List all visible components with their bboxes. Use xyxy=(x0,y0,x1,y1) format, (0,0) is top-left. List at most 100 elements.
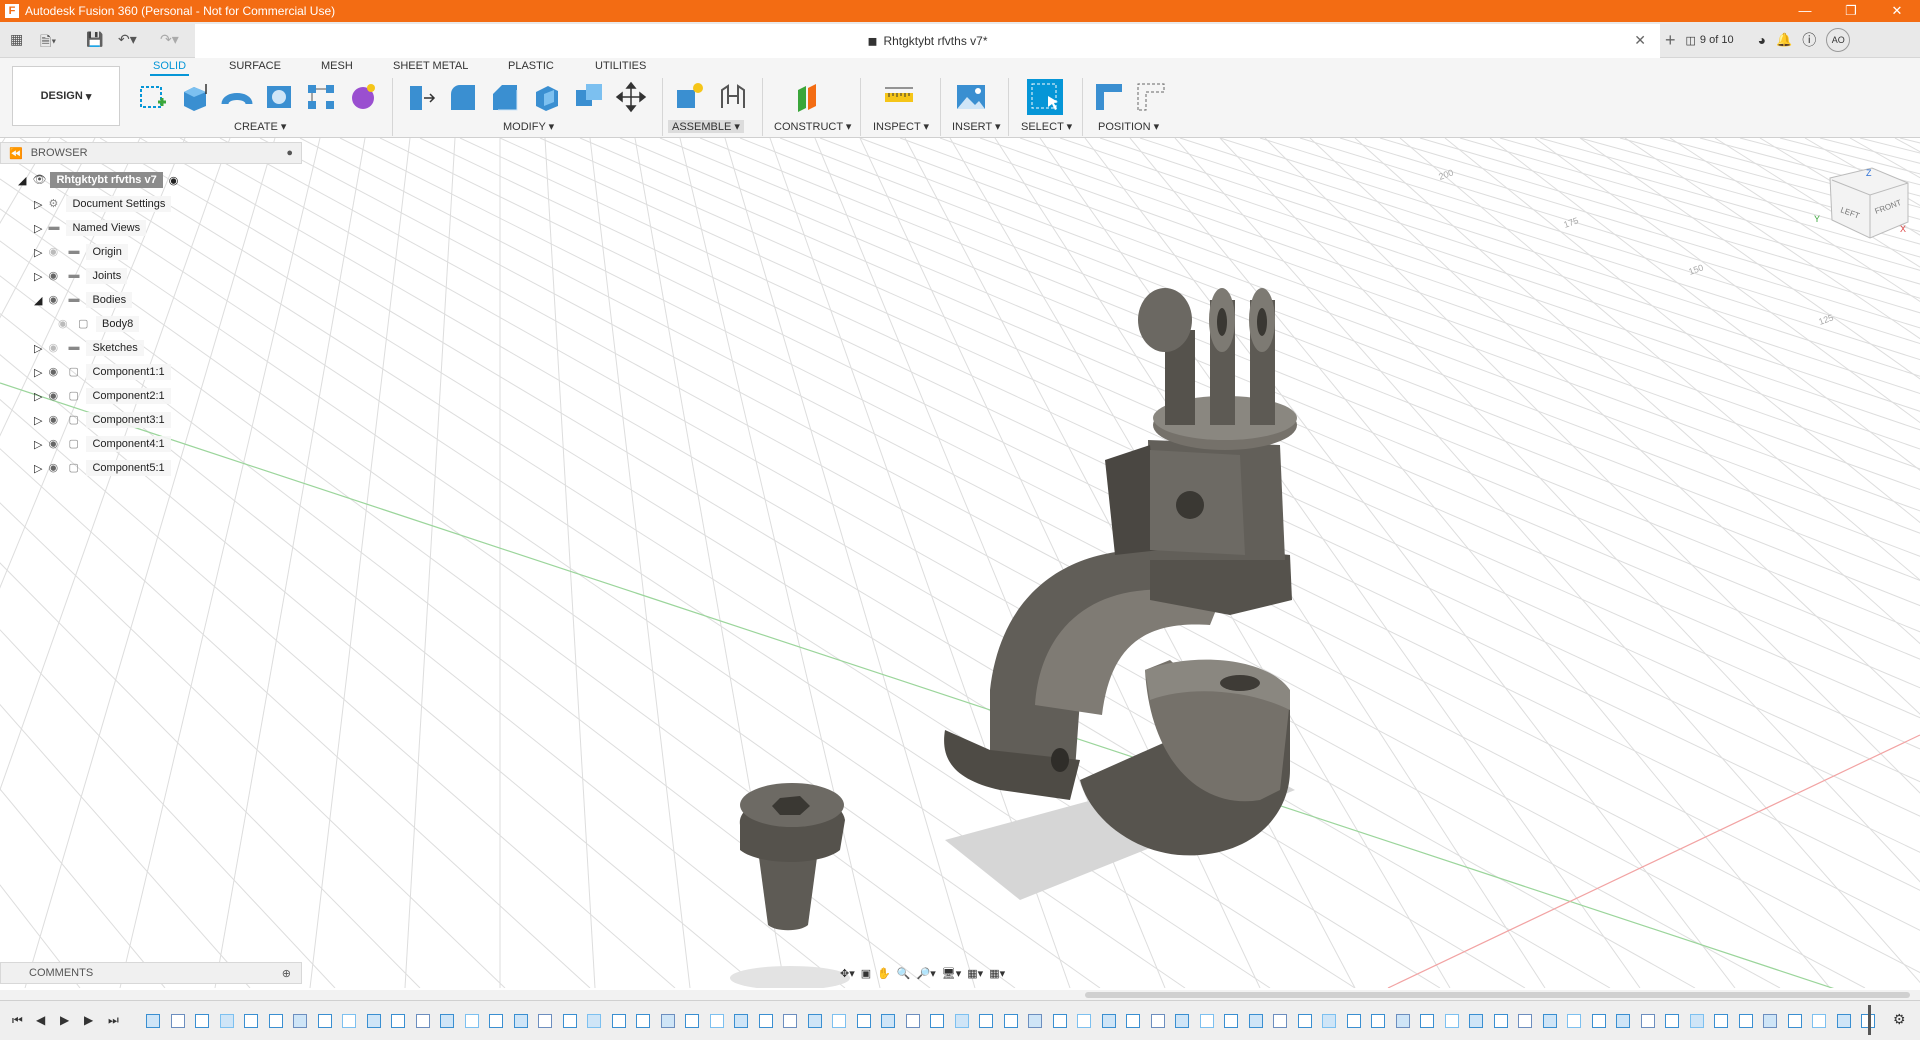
view-cube[interactable]: LEFT FRONT Z Y X xyxy=(1814,167,1909,239)
timeline-settings-icon[interactable]: ⚙ xyxy=(1893,1011,1906,1028)
eye-hidden-icon[interactable]: ◉ xyxy=(48,341,62,355)
timeline-feature-icon[interactable] xyxy=(244,1014,258,1028)
undo-icon[interactable]: ↶▾ xyxy=(118,31,137,48)
timeline-feature-icon[interactable] xyxy=(1689,1014,1704,1028)
timeline-feature-icon[interactable] xyxy=(317,1014,332,1028)
workspace-switcher[interactable]: DESIGN ▾ xyxy=(12,66,120,126)
browser-item[interactable]: ▷ ◉ ▬ Origin xyxy=(34,241,128,263)
timeline-feature-icon[interactable] xyxy=(1591,1014,1606,1028)
timeline-feature-icon[interactable] xyxy=(1371,1014,1385,1028)
timeline-feature-icon[interactable] xyxy=(1714,1014,1728,1028)
new-tab-icon[interactable]: + xyxy=(1665,30,1676,51)
timeline-feature-icon[interactable] xyxy=(1003,1014,1018,1028)
grid-settings-icon[interactable]: ▦▾ xyxy=(967,967,983,980)
thumb-knob[interactable] xyxy=(739,783,845,931)
expand-arrow-icon[interactable]: ▷ xyxy=(34,270,42,283)
orbit-icon[interactable]: ✥▾ xyxy=(840,967,855,980)
timeline-feature-icon[interactable] xyxy=(1665,1014,1679,1028)
modify-menu[interactable]: MODIFY ▾ xyxy=(503,120,554,133)
close-icon[interactable]: ✕ xyxy=(1874,3,1920,19)
timeline-feature-icon[interactable] xyxy=(1812,1014,1826,1028)
create-sketch-icon[interactable] xyxy=(136,80,170,114)
timeline-feature-icon[interactable] xyxy=(1297,1014,1312,1028)
insert-image-icon[interactable] xyxy=(954,80,988,114)
measure-icon[interactable] xyxy=(882,80,916,114)
expand-arrow-icon[interactable]: ▷ xyxy=(34,198,42,211)
capture-position-icon[interactable] xyxy=(1092,80,1126,114)
revolve-icon[interactable] xyxy=(220,80,254,114)
timeline-feature-icon[interactable] xyxy=(1028,1014,1042,1028)
browser-item[interactable]: ◢ ◉ ▬ Bodies xyxy=(34,289,133,311)
select-menu[interactable]: SELECT ▾ xyxy=(1021,120,1072,133)
combine-icon[interactable] xyxy=(572,80,606,114)
new-component-icon[interactable] xyxy=(672,80,706,114)
select-icon[interactable] xyxy=(1026,78,1064,116)
browser-item[interactable]: ▷ ◉ ▢ Component4:1 xyxy=(34,433,171,455)
fit-icon[interactable]: 🔎▾ xyxy=(917,967,936,980)
timeline-feature-icon[interactable] xyxy=(146,1014,160,1028)
notifications-icon[interactable]: 🔔 xyxy=(1776,32,1792,48)
tab-surface[interactable]: SURFACE xyxy=(226,60,284,74)
save-icon[interactable]: 💾 xyxy=(86,31,103,48)
offset-plane-icon[interactable] xyxy=(792,80,826,114)
browser-item[interactable]: ◉ ▢ Body8 xyxy=(52,313,140,335)
viewports-icon[interactable]: ▦▾ xyxy=(989,967,1005,980)
position-menu[interactable]: POSITION ▾ xyxy=(1098,120,1159,133)
browser-item[interactable]: ▷ ◉ ▢ Component1:1 xyxy=(34,361,171,383)
timeline-feature-icon[interactable] xyxy=(954,1014,969,1028)
timeline-feature-icon[interactable] xyxy=(1077,1014,1091,1028)
timeline-feature-icon[interactable] xyxy=(709,1014,724,1028)
timeline-feature-icon[interactable] xyxy=(170,1014,185,1028)
timeline-feature-icon[interactable] xyxy=(562,1014,577,1028)
browser-item[interactable]: ▷ ◉ ▢ Component2:1 xyxy=(34,385,171,407)
timeline-feature-icon[interactable] xyxy=(1395,1014,1410,1028)
expand-arrow-icon[interactable]: ◢ xyxy=(18,174,26,187)
display-settings-icon[interactable]: 🖥▾ xyxy=(942,967,962,980)
expand-arrow-icon[interactable]: ▷ xyxy=(34,366,42,379)
timeline-feature-icon[interactable] xyxy=(1322,1014,1336,1028)
browser-root[interactable]: ◢ 👁 Rhtgktybt rfvths v7 ◉ xyxy=(18,169,178,191)
timeline-feature-icon[interactable] xyxy=(342,1014,356,1028)
timeline-feature-icon[interactable] xyxy=(1101,1014,1116,1028)
timeline-feature-icon[interactable] xyxy=(832,1014,846,1028)
timeline-feature-icon[interactable] xyxy=(1444,1014,1459,1028)
timeline-feature-icon[interactable] xyxy=(1346,1014,1361,1028)
tab-solid[interactable]: SOLID xyxy=(150,60,190,76)
timeline-feature-icon[interactable] xyxy=(1787,1014,1802,1028)
gopro-adapter[interactable] xyxy=(1105,288,1297,560)
look-at-icon[interactable]: ▣ xyxy=(861,967,871,980)
timeline-feature-icon[interactable] xyxy=(660,1014,675,1028)
timeline-feature-icon[interactable] xyxy=(1199,1014,1214,1028)
timeline-feature-icon[interactable] xyxy=(881,1014,895,1028)
collapse-browser-icon[interactable]: ⏪ xyxy=(9,147,23,160)
timeline-feature-icon[interactable] xyxy=(734,1014,748,1028)
zoom-icon[interactable]: 🔍 xyxy=(897,967,911,980)
timeline-scrollbar[interactable] xyxy=(0,990,1920,1000)
create-menu[interactable]: CREATE ▾ xyxy=(234,120,286,133)
eye-icon[interactable]: ◉ xyxy=(48,389,62,403)
timeline-feature-icon[interactable] xyxy=(268,1014,283,1028)
activate-radio-icon[interactable]: ◉ xyxy=(169,174,179,187)
expand-arrow-icon[interactable]: ▷ xyxy=(34,462,42,475)
timeline-feature-icon[interactable] xyxy=(1175,1014,1189,1028)
play-icon[interactable]: ▶ xyxy=(60,1013,69,1027)
timeline-feature-icon[interactable] xyxy=(219,1014,234,1028)
eye-icon[interactable]: ◉ xyxy=(48,293,62,307)
revert-position-icon[interactable] xyxy=(1134,80,1168,114)
step-forward-icon[interactable]: ▶ xyxy=(84,1013,93,1027)
eye-icon[interactable]: 👁 xyxy=(32,173,46,187)
expand-arrow-icon[interactable]: ▷ xyxy=(34,414,42,427)
expand-arrow-icon[interactable]: ▷ xyxy=(34,222,42,235)
inspect-menu[interactable]: INSPECT ▾ xyxy=(873,120,929,133)
file-menu-icon[interactable]: 🗎▾ xyxy=(40,31,56,55)
timeline-feature-icon[interactable] xyxy=(1248,1014,1263,1028)
extrude-icon[interactable] xyxy=(178,80,212,114)
timeline-feature-icon[interactable] xyxy=(1469,1014,1483,1028)
timeline-feature-icon[interactable] xyxy=(1640,1014,1655,1028)
timeline-feature-icon[interactable] xyxy=(685,1014,699,1028)
timeline-feature-icon[interactable] xyxy=(783,1014,797,1028)
browser-item[interactable]: ▷ ◉ ▢ Component3:1 xyxy=(34,409,171,431)
timeline-feature-icon[interactable] xyxy=(513,1014,528,1028)
timeline-feature-icon[interactable] xyxy=(636,1014,650,1028)
timeline-feature-icon[interactable] xyxy=(1763,1014,1777,1028)
